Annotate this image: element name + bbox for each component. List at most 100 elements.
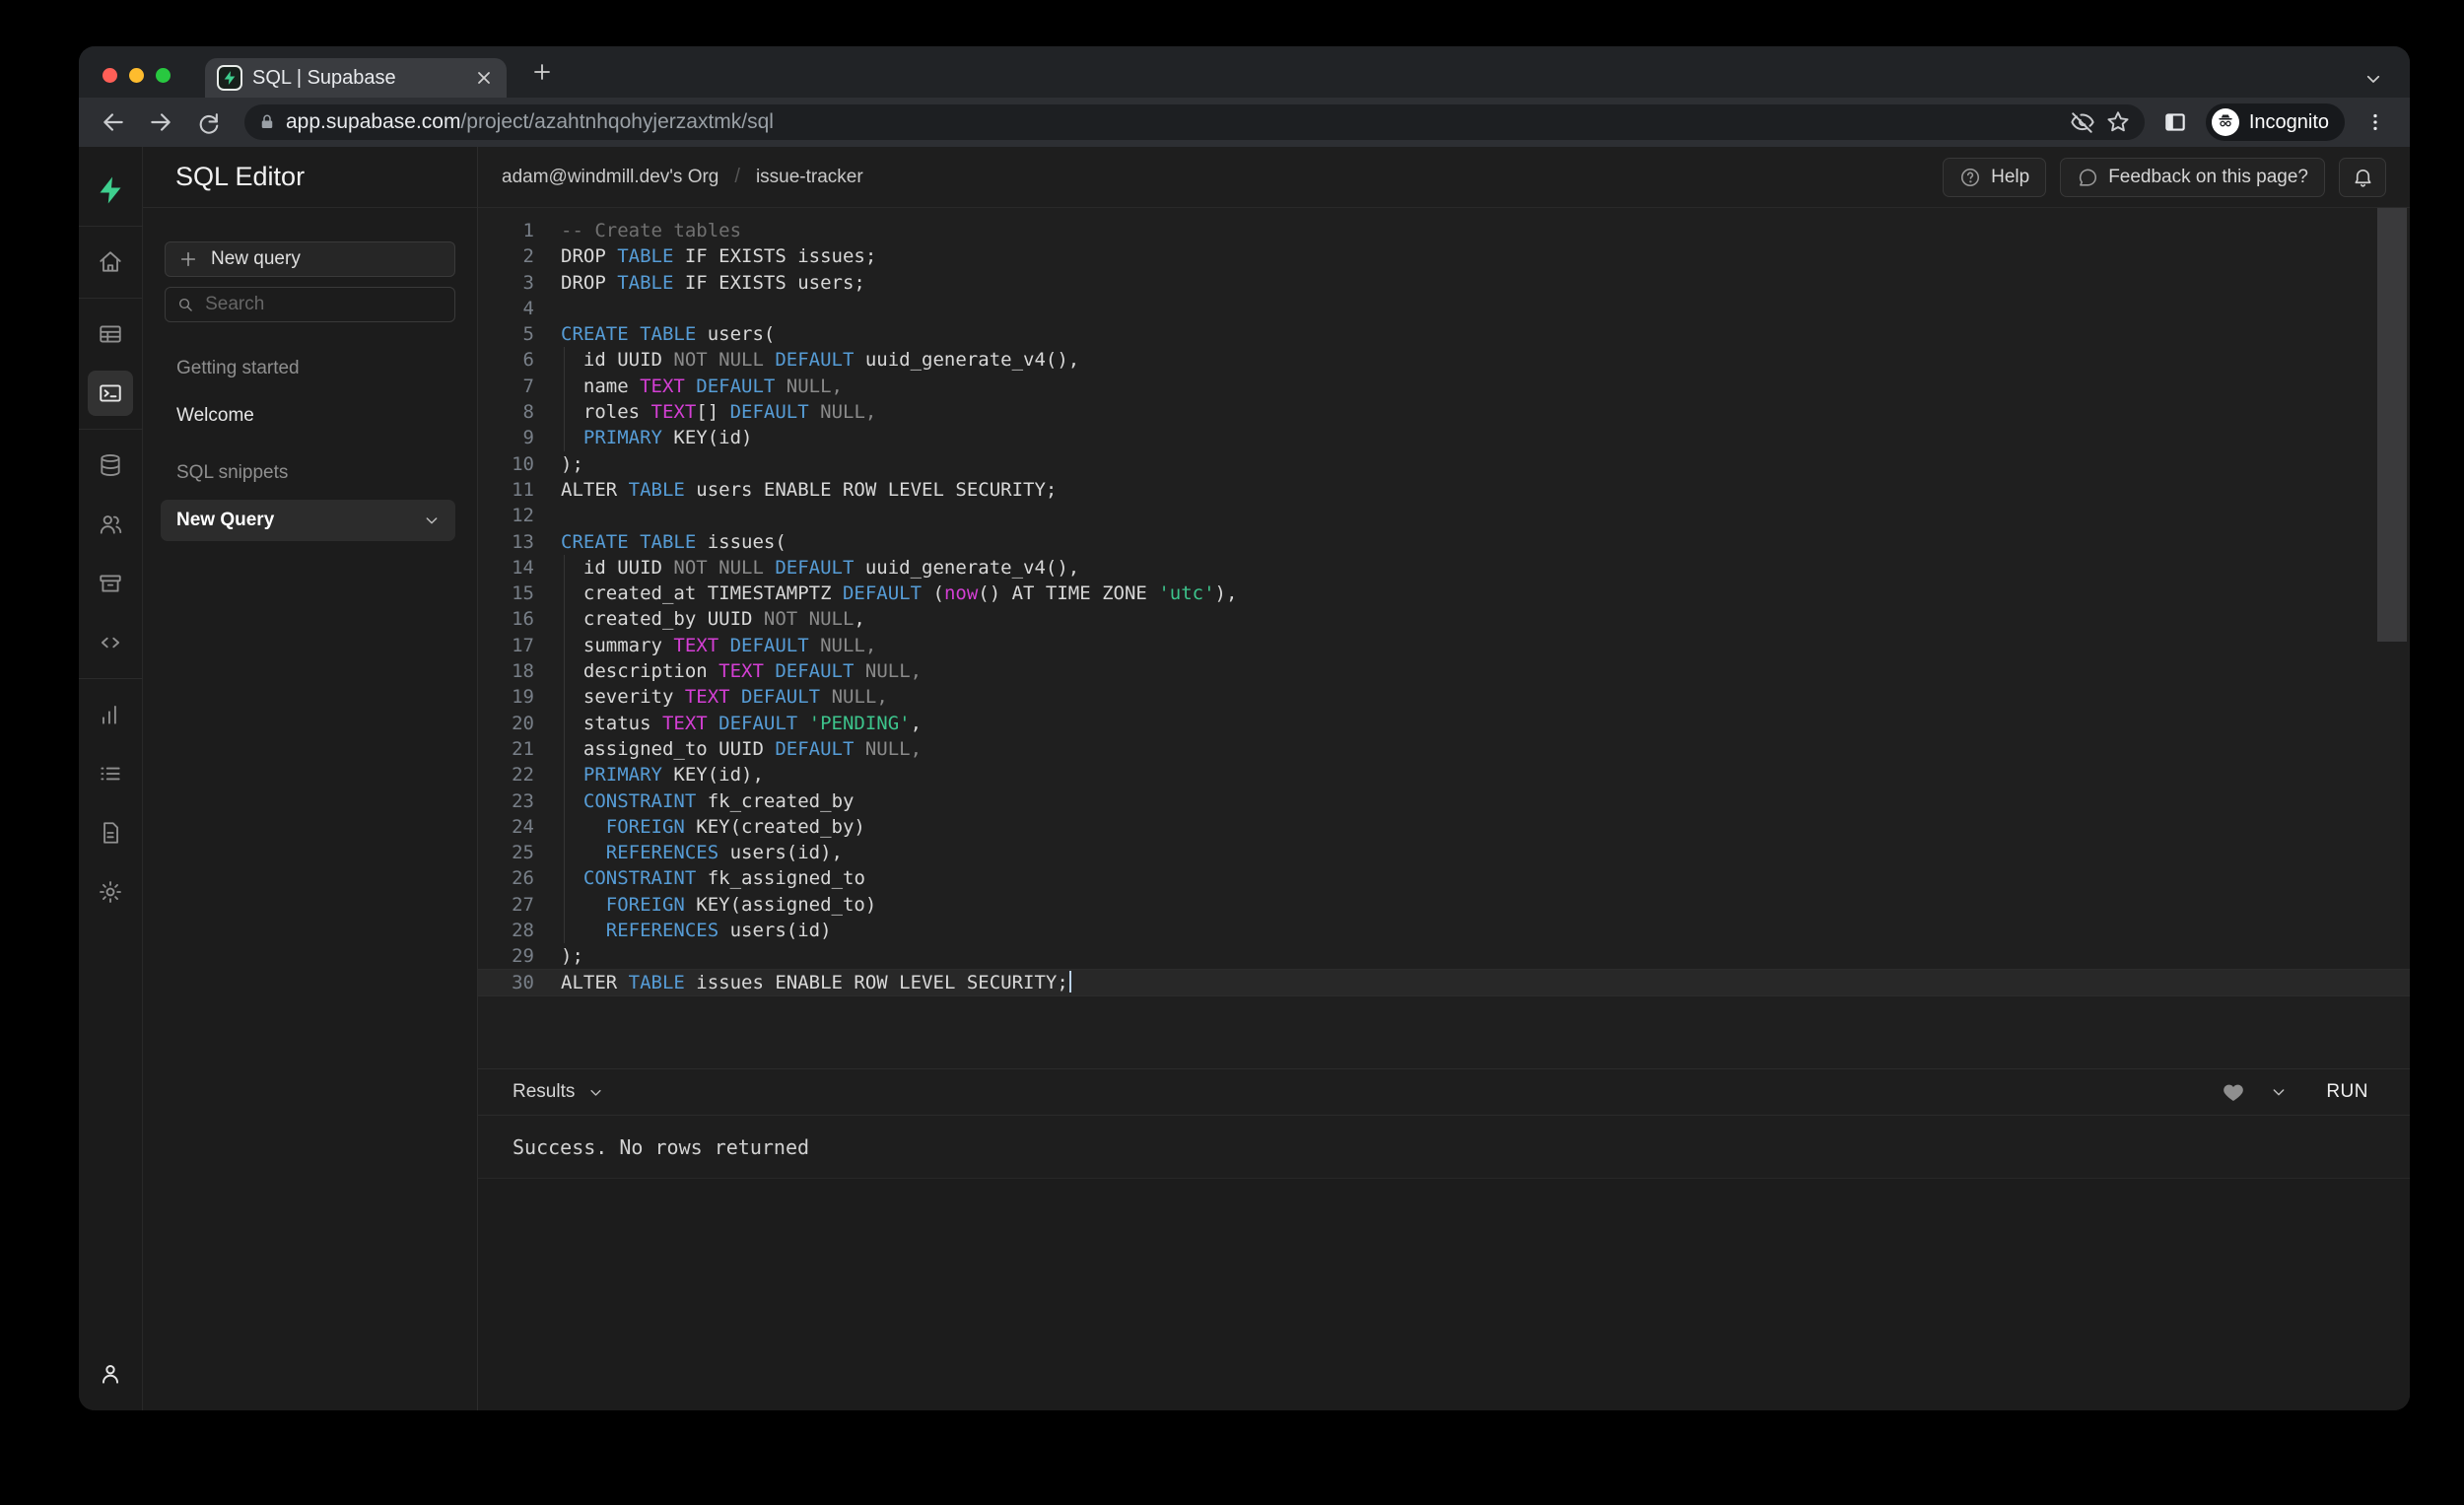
code-line[interactable]: 27 FOREIGN KEY(assigned_to)	[478, 892, 2410, 918]
section-sql-snippets: SQL snippets	[176, 462, 455, 484]
search-input[interactable]	[205, 294, 443, 315]
run-button[interactable]: RUN	[2312, 1073, 2382, 1111]
feedback-button[interactable]: Feedback on this page?	[2060, 158, 2325, 197]
code-line[interactable]: 14 id UUID NOT NULL DEFAULT uuid_generat…	[478, 555, 2410, 581]
query-result-message: Success. No rows returned	[478, 1116, 2410, 1179]
new-query-button[interactable]: New query	[165, 241, 455, 277]
snippet-search[interactable]	[165, 287, 455, 322]
logs-icon[interactable]	[88, 751, 133, 796]
storage-icon[interactable]	[88, 561, 133, 606]
line-number: 23	[478, 788, 534, 814]
new-tab-button[interactable]	[524, 54, 560, 90]
minimize-window-button[interactable]	[129, 68, 144, 83]
code-line[interactable]: 30ALTER TABLE issues ENABLE ROW LEVEL SE…	[478, 970, 2410, 995]
tab-title: SQL | Supabase	[252, 67, 463, 90]
close-window-button[interactable]	[103, 68, 117, 83]
breadcrumb-org[interactable]: adam@windmill.dev's Org	[502, 167, 719, 188]
help-button[interactable]: Help	[1943, 158, 2046, 197]
rail-divider	[79, 678, 143, 679]
back-button[interactable]	[97, 105, 130, 139]
code-line[interactable]: 7 name TEXT DEFAULT NULL,	[478, 374, 2410, 399]
code-line[interactable]: 16 created_by UUID NOT NULL,	[478, 606, 2410, 632]
browser-tab[interactable]: SQL | Supabase	[205, 58, 507, 98]
reports-icon[interactable]	[88, 692, 133, 737]
sidebar-item-new-query[interactable]: New Query	[161, 500, 455, 541]
code-line[interactable]: 25 REFERENCES users(id),	[478, 840, 2410, 865]
code-line[interactable]: 28 REFERENCES users(id)	[478, 918, 2410, 943]
supabase-logo[interactable]	[88, 168, 133, 213]
browser-menu-icon[interactable]	[2359, 105, 2392, 139]
code-line[interactable]: 24 FOREIGN KEY(created_by)	[478, 814, 2410, 840]
notifications-button[interactable]	[2339, 158, 2386, 197]
settings-icon[interactable]	[88, 869, 133, 915]
sql-editor-panel: SQL Editor New query Getting started Wel…	[143, 147, 478, 1410]
favorite-heart-icon[interactable]	[2222, 1080, 2245, 1104]
eye-off-icon[interactable]	[2070, 109, 2095, 135]
reload-button[interactable]	[191, 105, 225, 139]
code-line[interactable]: 12	[478, 503, 2410, 528]
authentication-icon[interactable]	[88, 502, 133, 547]
rail-divider	[79, 298, 143, 299]
database-icon[interactable]	[88, 443, 133, 488]
rail-divider	[79, 429, 143, 430]
text-cursor	[1069, 971, 1072, 992]
code-line[interactable]: 26 CONSTRAINT fk_assigned_to	[478, 865, 2410, 891]
tab-close-icon[interactable]	[473, 67, 495, 89]
code-line[interactable]: 21 assigned_to UUID DEFAULT NULL,	[478, 736, 2410, 762]
code-line[interactable]: 6 id UUID NOT NULL DEFAULT uuid_generate…	[478, 347, 2410, 373]
code-line[interactable]: 3DROP TABLE IF EXISTS users;	[478, 270, 2410, 296]
line-number: 25	[478, 840, 534, 865]
code-line[interactable]: 9 PRIMARY KEY(id)	[478, 425, 2410, 450]
desktop-background: SQL | Supabase	[0, 0, 2464, 1505]
table-editor-icon[interactable]	[88, 311, 133, 357]
editor-scrollbar[interactable]	[2377, 208, 2407, 642]
bookmark-star-icon[interactable]	[2105, 109, 2131, 135]
results-toolbar: Results RUN	[478, 1068, 2410, 1116]
line-number: 1	[478, 218, 534, 243]
maximize-window-button[interactable]	[156, 68, 171, 83]
section-getting-started: Getting started	[176, 358, 455, 379]
browser-tab-strip: SQL | Supabase	[79, 46, 2410, 98]
code-line[interactable]: 10);	[478, 451, 2410, 477]
code-line[interactable]: 17 summary TEXT DEFAULT NULL,	[478, 633, 2410, 658]
line-number: 19	[478, 684, 534, 710]
line-number: 4	[478, 296, 534, 321]
sql-code-editor[interactable]: 1-- Create tables2DROP TABLE IF EXISTS i…	[478, 208, 2410, 1068]
code-line[interactable]: 20 status TEXT DEFAULT 'PENDING',	[478, 711, 2410, 736]
code-line[interactable]: 1-- Create tables	[478, 218, 2410, 243]
chevron-down-icon	[588, 1085, 603, 1100]
code-line[interactable]: 4	[478, 296, 2410, 321]
code-line[interactable]: 22 PRIMARY KEY(id),	[478, 762, 2410, 787]
url-text: app.supabase.com/project/azahtnhqohyjerz…	[286, 110, 2060, 134]
code-line[interactable]: 15 created_at TIMESTAMPTZ DEFAULT (now()…	[478, 581, 2410, 606]
code-line[interactable]: 23 CONSTRAINT fk_created_by	[478, 788, 2410, 814]
code-line[interactable]: 18 description TEXT DEFAULT NULL,	[478, 658, 2410, 684]
feedback-bubble-icon	[2077, 167, 2098, 188]
code-line[interactable]: 19 severity TEXT DEFAULT NULL,	[478, 684, 2410, 710]
incognito-label: Incognito	[2249, 111, 2329, 134]
bell-icon	[2352, 166, 2374, 188]
address-bar[interactable]: app.supabase.com/project/azahtnhqohyjerz…	[244, 104, 2145, 140]
panel-header: SQL Editor	[143, 147, 477, 208]
code-line[interactable]: 13CREATE TABLE issues(	[478, 529, 2410, 555]
results-dropdown[interactable]: Results	[513, 1081, 603, 1103]
code-line[interactable]: 11ALTER TABLE users ENABLE ROW LEVEL SEC…	[478, 477, 2410, 503]
docs-icon[interactable]	[88, 810, 133, 855]
account-icon[interactable]	[88, 1351, 133, 1397]
code-line[interactable]: 8 roles TEXT[] DEFAULT NULL,	[478, 399, 2410, 425]
sql-editor-icon[interactable]	[88, 371, 133, 416]
code-line[interactable]: 2DROP TABLE IF EXISTS issues;	[478, 243, 2410, 269]
tab-search-chevron-icon[interactable]	[2364, 70, 2382, 88]
home-icon[interactable]	[88, 239, 133, 285]
sidebar-item-welcome[interactable]: Welcome	[176, 405, 455, 427]
run-options-chevron-icon[interactable]	[2271, 1084, 2287, 1100]
forward-button[interactable]	[144, 105, 177, 139]
code-line[interactable]: 29);	[478, 943, 2410, 969]
rail-divider	[79, 226, 143, 227]
api-icon[interactable]	[88, 620, 133, 665]
search-icon	[177, 296, 193, 313]
breadcrumb-project[interactable]: issue-tracker	[756, 167, 863, 188]
code-line[interactable]: 5CREATE TABLE users(	[478, 321, 2410, 347]
line-number: 26	[478, 865, 534, 891]
side-panel-icon[interactable]	[2158, 105, 2192, 139]
